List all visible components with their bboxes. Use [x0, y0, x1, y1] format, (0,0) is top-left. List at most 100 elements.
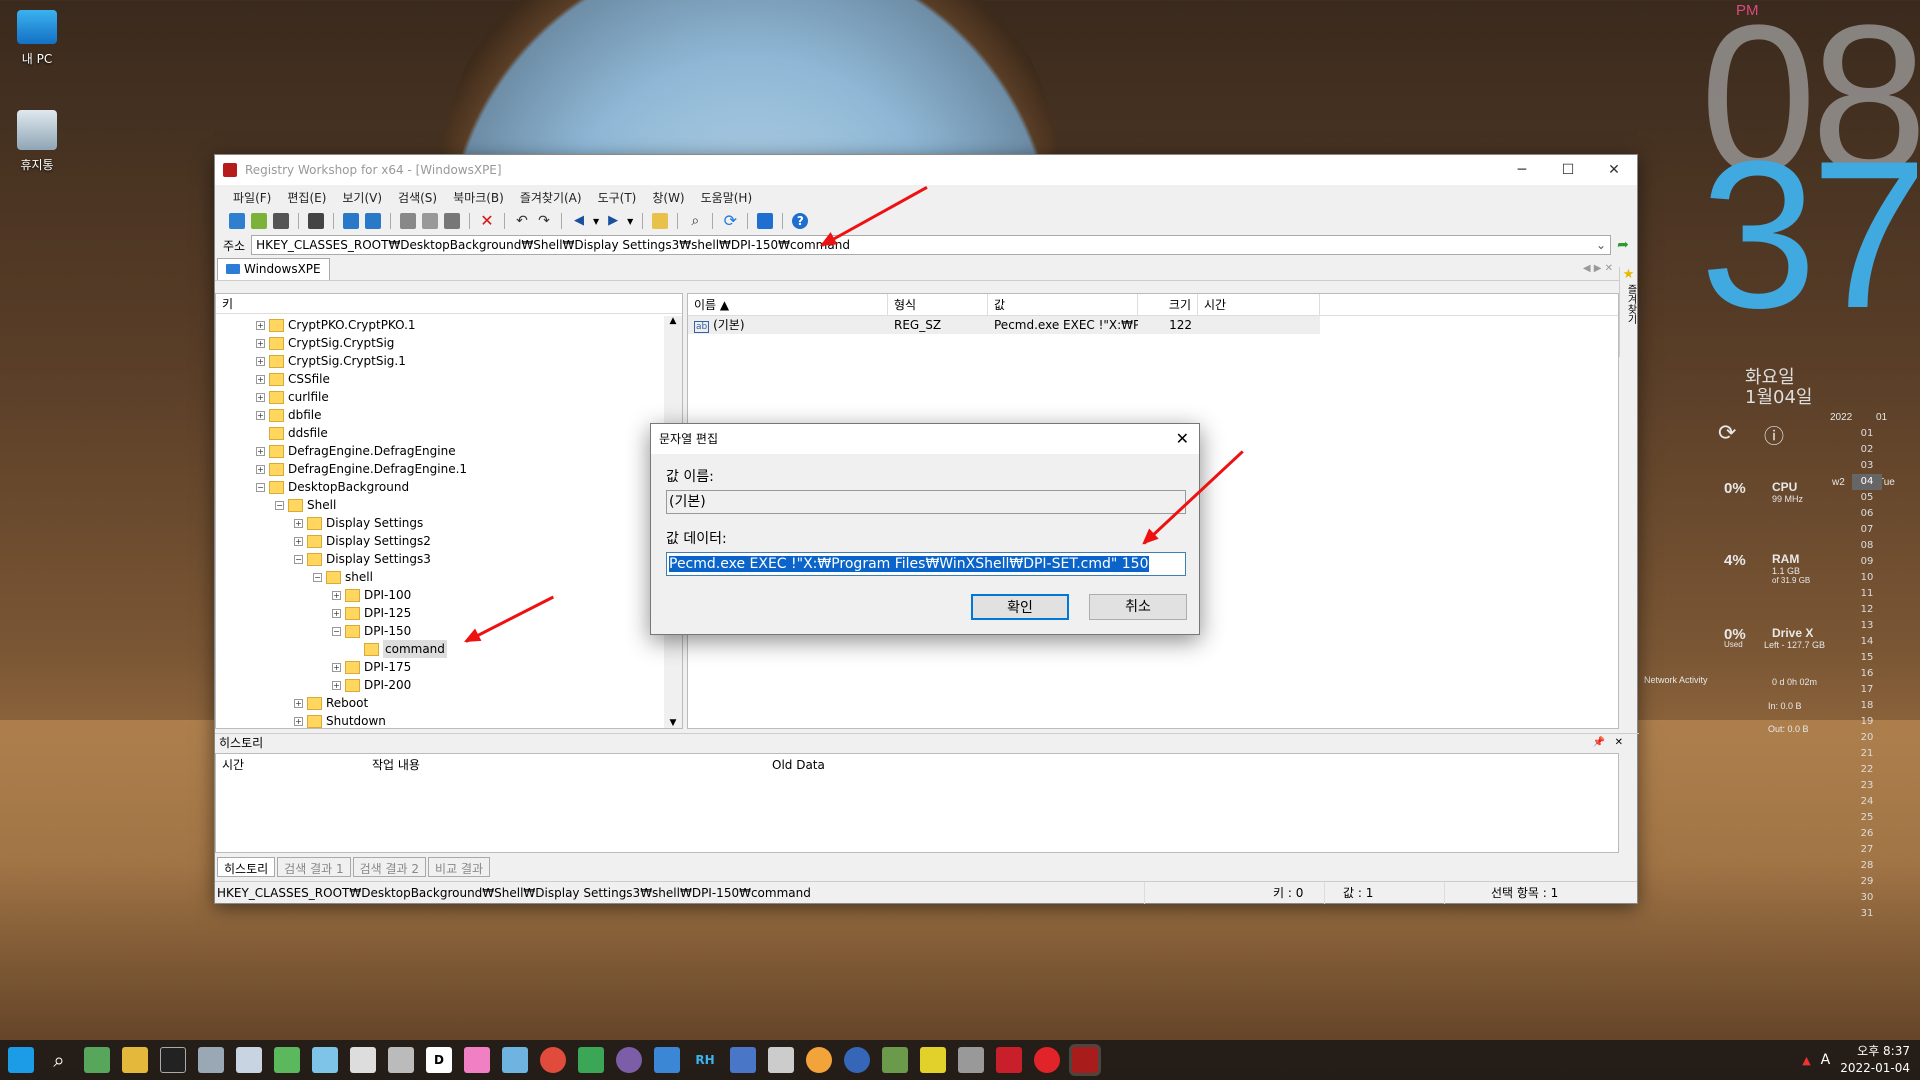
- expand-icon[interactable]: +: [332, 662, 341, 672]
- minimize-button[interactable]: ─: [1499, 162, 1545, 178]
- tab-nav-icons[interactable]: ◀ ▶ ✕: [1583, 263, 1613, 274]
- history-col-time[interactable]: 시간: [216, 754, 366, 776]
- menu-window[interactable]: 창(W): [652, 189, 684, 206]
- menu-search[interactable]: 검색(S): [398, 189, 437, 206]
- tree-node[interactable]: − Display Settings3: [294, 550, 431, 568]
- value-data-field[interactable]: Pecmd.exe EXEC !"X:₩Program Files₩WinXSh…: [666, 552, 1186, 576]
- expand-icon[interactable]: +: [256, 338, 265, 348]
- menu-edit[interactable]: 편집(E): [287, 189, 326, 206]
- tree-node[interactable]: − DesktopBackground: [256, 478, 409, 496]
- history-col-action[interactable]: 작업 내용: [366, 754, 766, 776]
- expand-icon[interactable]: +: [256, 446, 265, 456]
- find-icon[interactable]: ⌕: [687, 213, 703, 229]
- scroll-down-icon[interactable]: ▼: [664, 718, 682, 728]
- expand-icon[interactable]: +: [256, 410, 265, 420]
- expand-icon[interactable]: +: [256, 356, 265, 366]
- snapshot-icon[interactable]: [308, 213, 324, 229]
- keyboard-icon[interactable]: [84, 1047, 110, 1073]
- cut-icon[interactable]: [400, 213, 416, 229]
- tree-node[interactable]: + DPI-175: [332, 658, 411, 676]
- tree-node[interactable]: +ddsfile: [256, 424, 328, 442]
- collapse-icon[interactable]: −: [332, 626, 341, 636]
- pin-icon[interactable]: 📌: [1593, 734, 1605, 752]
- gear-app-icon[interactable]: [654, 1047, 680, 1073]
- terminal-icon[interactable]: [160, 1047, 186, 1073]
- redo-icon[interactable]: ↷: [536, 213, 552, 229]
- puzzle-icon[interactable]: [578, 1047, 604, 1073]
- back-dropdown-icon[interactable]: ▼: [593, 217, 599, 226]
- column-name[interactable]: 이름 ▲: [688, 294, 888, 315]
- expand-icon[interactable]: +: [294, 536, 303, 546]
- refresh-icon[interactable]: ⟳: [1718, 420, 1736, 446]
- expand-icon[interactable]: +: [256, 374, 265, 384]
- tree-node[interactable]: + DefragEngine.DefragEngine: [256, 442, 456, 460]
- tree-node[interactable]: + Reboot: [294, 694, 368, 712]
- expand-icon[interactable]: +: [294, 716, 303, 726]
- red-app-icon[interactable]: [996, 1047, 1022, 1073]
- dialog-close-icon[interactable]: ✕: [1176, 424, 1189, 454]
- value-name-field[interactable]: (기본): [666, 490, 1186, 514]
- collapse-icon[interactable]: −: [313, 572, 322, 582]
- tab-compare-result[interactable]: 비교 결과: [428, 857, 491, 877]
- explorer-icon[interactable]: [122, 1047, 148, 1073]
- cancel-button[interactable]: 취소: [1089, 594, 1187, 620]
- tree-node[interactable]: + Display Settings: [294, 514, 423, 532]
- rh-icon[interactable]: RH: [692, 1047, 718, 1073]
- dev-icon[interactable]: [730, 1047, 756, 1073]
- expand-icon[interactable]: +: [332, 680, 341, 690]
- tree-node[interactable]: + Shutdown: [294, 712, 386, 728]
- history-col-old-data[interactable]: Old Data: [766, 754, 966, 776]
- scroll-up-icon[interactable]: ▲: [664, 316, 682, 326]
- expand-icon[interactable]: +: [332, 608, 341, 618]
- ime-indicator[interactable]: A: [1821, 1052, 1831, 1069]
- network-icon[interactable]: [365, 213, 381, 229]
- address-input[interactable]: HKEY_CLASSES_ROOT₩DesktopBackground₩Shel…: [251, 235, 1612, 255]
- media-icon[interactable]: [616, 1047, 642, 1073]
- tab-search-result-1[interactable]: 검색 결과 1: [277, 857, 351, 877]
- menu-tools[interactable]: 도구(T): [598, 189, 637, 206]
- maximize-button[interactable]: ☐: [1545, 162, 1591, 178]
- expand-icon[interactable]: +: [294, 518, 303, 528]
- calculator-icon[interactable]: [236, 1047, 262, 1073]
- desktop-icon-my-pc[interactable]: 내 PC: [6, 10, 68, 67]
- dialog-title-bar[interactable]: 문자열 편집 ✕: [651, 424, 1199, 454]
- column-value[interactable]: 값: [988, 294, 1138, 315]
- desktop-icon-recycle-bin[interactable]: 휴지통: [6, 110, 68, 173]
- tree-node[interactable]: + CryptSig.CryptSig: [256, 334, 394, 352]
- printer-icon[interactable]: [198, 1047, 224, 1073]
- tool-icon[interactable]: [350, 1047, 376, 1073]
- column-size[interactable]: 크기: [1138, 294, 1198, 315]
- tree-node[interactable]: + DPI-125: [332, 604, 411, 622]
- registry-workshop-taskbar-icon[interactable]: [1072, 1047, 1098, 1073]
- tray-clock[interactable]: 오후 8:37 2022-01-04: [1840, 1043, 1910, 1077]
- disk-icon[interactable]: [502, 1047, 528, 1073]
- paste-icon[interactable]: [444, 213, 460, 229]
- tab-history[interactable]: 히스토리: [217, 857, 276, 877]
- yellow-app-icon[interactable]: [920, 1047, 946, 1073]
- refresh-icon[interactable]: ⟳: [722, 213, 738, 229]
- ok-button[interactable]: 확인: [971, 594, 1069, 620]
- expand-icon[interactable]: +: [256, 392, 265, 402]
- settings-icon[interactable]: [844, 1047, 870, 1073]
- close-button[interactable]: ✕: [1591, 162, 1637, 178]
- chrome-icon[interactable]: [540, 1047, 566, 1073]
- expand-icon[interactable]: +: [256, 464, 265, 474]
- menu-help[interactable]: 도움말(H): [701, 189, 753, 206]
- undo-icon[interactable]: ↶: [514, 213, 530, 229]
- expand-icon[interactable]: +: [332, 590, 341, 600]
- settings-icon[interactable]: [757, 213, 774, 229]
- open-icon[interactable]: [229, 213, 245, 229]
- tab-search-result-2[interactable]: 검색 결과 2: [352, 857, 427, 877]
- drive-icon[interactable]: [882, 1047, 908, 1073]
- chevron-down-icon[interactable]: ⌄: [1596, 236, 1606, 254]
- value-row[interactable]: ab (기본) REG_SZ Pecmd.exe EXEC !"X:₩P... …: [688, 316, 1320, 334]
- close-icon[interactable]: ✕: [1615, 734, 1623, 752]
- column-type[interactable]: 형식: [888, 294, 988, 315]
- expand-icon[interactable]: +: [294, 698, 303, 708]
- help-icon[interactable]: ?: [792, 213, 809, 229]
- pink-app-icon[interactable]: [464, 1047, 490, 1073]
- collapse-icon[interactable]: −: [275, 500, 284, 510]
- tree-node[interactable]: + Display Settings2: [294, 532, 431, 550]
- tree-node[interactable]: + dbfile: [256, 406, 322, 424]
- pen-icon[interactable]: [958, 1047, 984, 1073]
